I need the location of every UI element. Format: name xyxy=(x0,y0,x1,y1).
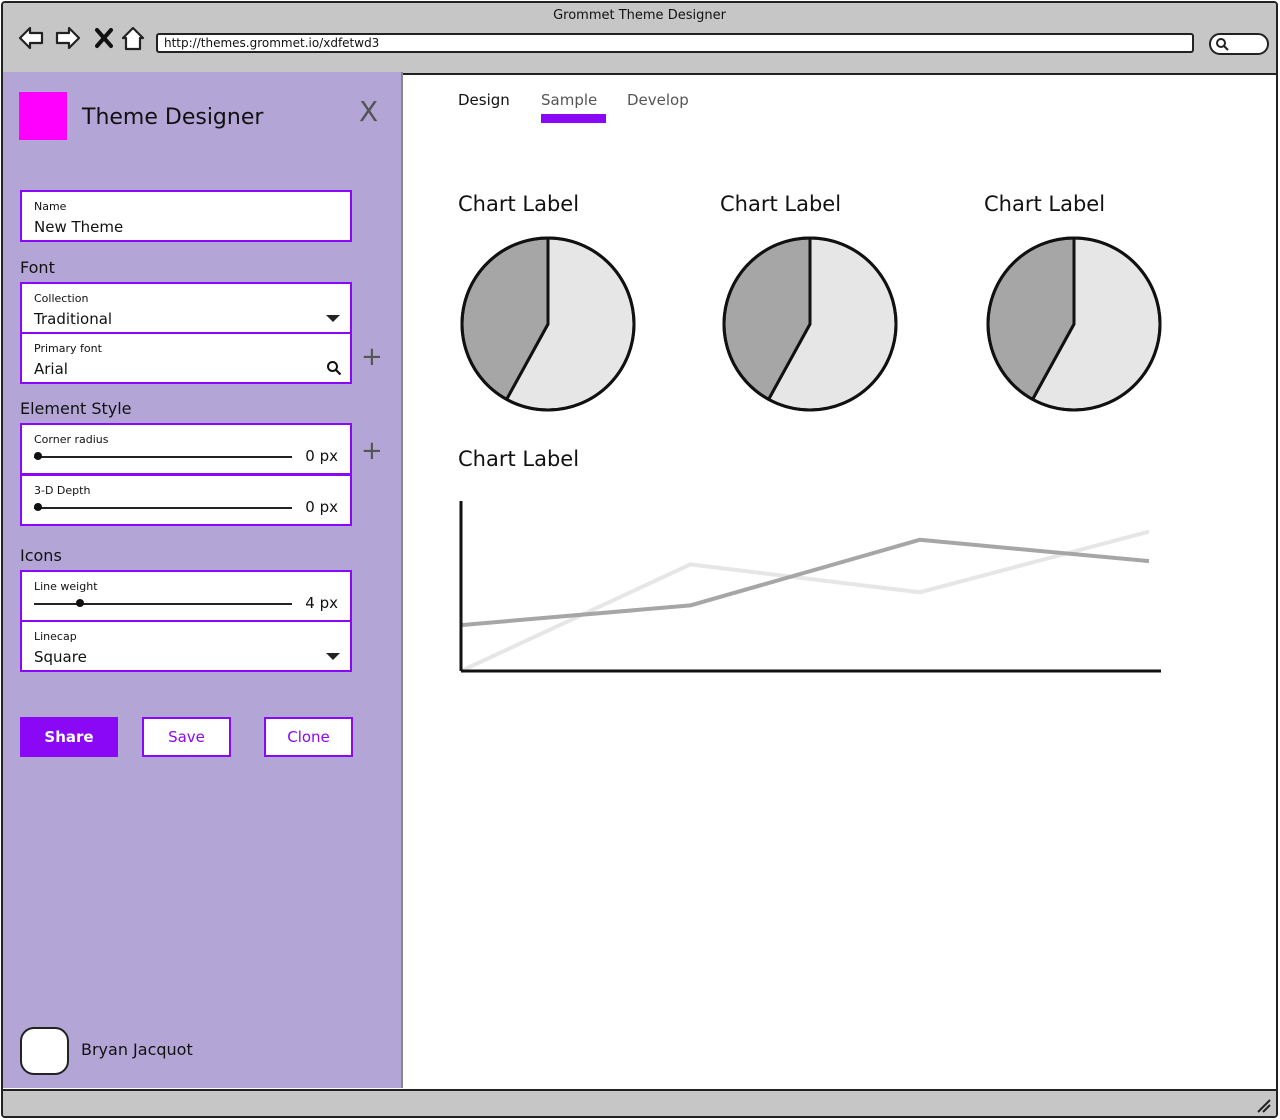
browser-search[interactable] xyxy=(1209,33,1269,55)
tab-design[interactable]: Design xyxy=(458,91,510,109)
active-tab-indicator xyxy=(541,114,606,123)
chart-title: Chart Label xyxy=(458,192,580,216)
pie-chart xyxy=(460,236,636,412)
line-weight-value: 4 px xyxy=(305,594,338,612)
avatar[interactable] xyxy=(20,1027,69,1075)
linecap-value: Square xyxy=(34,648,87,666)
depth-value: 0 px xyxy=(305,498,338,516)
status-bar xyxy=(3,1089,1276,1116)
share-button[interactable]: Share xyxy=(20,717,118,757)
clone-button[interactable]: Clone xyxy=(264,717,353,757)
slider-handle[interactable] xyxy=(34,452,42,460)
name-field-value[interactable]: New Theme xyxy=(34,218,123,236)
series-line xyxy=(460,537,1150,628)
sidebar-title: Theme Designer xyxy=(82,105,264,130)
chart-title: Chart Label xyxy=(720,192,842,216)
tab-sample[interactable]: Sample xyxy=(541,91,597,109)
depth-label: 3-D Depth xyxy=(34,484,91,497)
corner-radius-label: Corner radius xyxy=(34,433,109,446)
collection-value: Traditional xyxy=(34,310,113,328)
primary-font-value[interactable]: Arial xyxy=(34,360,68,378)
close-sidebar-button[interactable]: X xyxy=(359,98,378,126)
save-button[interactable]: Save xyxy=(142,717,231,757)
font-section-heading: Font xyxy=(20,258,55,277)
linecap-select[interactable]: Linecap Square xyxy=(20,620,352,672)
chevron-down-icon xyxy=(326,315,340,322)
back-arrow-icon[interactable] xyxy=(16,23,46,53)
slider-handle[interactable] xyxy=(76,599,84,607)
chart-title: Chart Label xyxy=(458,447,580,471)
line-weight-label: Line weight xyxy=(34,580,98,593)
pie-chart xyxy=(722,236,898,412)
forward-arrow-icon[interactable] xyxy=(53,23,83,53)
slider-track[interactable] xyxy=(34,507,292,509)
name-field[interactable]: Name New Theme xyxy=(20,190,352,242)
theme-color-swatch[interactable] xyxy=(19,92,67,140)
search-icon[interactable] xyxy=(326,360,342,376)
resize-grip-icon[interactable] xyxy=(1254,1096,1272,1114)
line-weight-slider[interactable]: Line weight 4 px xyxy=(20,570,352,622)
collection-label: Collection xyxy=(34,292,89,305)
chart-title: Chart Label xyxy=(984,192,1106,216)
linecap-label: Linecap xyxy=(34,630,77,643)
line-chart xyxy=(459,501,1161,673)
name-field-label: Name xyxy=(34,200,67,213)
primary-font-label: Primary font xyxy=(34,342,102,355)
slider-track[interactable] xyxy=(34,456,292,458)
corner-radius-value: 0 px xyxy=(305,447,338,465)
home-icon[interactable] xyxy=(118,23,148,53)
pie-chart xyxy=(986,236,1162,412)
user-name: Bryan Jacquot xyxy=(81,1040,193,1059)
url-bar[interactable]: http://themes.grommet.io/xdfetwd3 xyxy=(156,33,1194,53)
slider-track[interactable] xyxy=(34,603,292,605)
add-font-button[interactable]: + xyxy=(361,344,383,370)
collection-select[interactable]: Collection Traditional xyxy=(20,282,352,334)
slider-handle[interactable] xyxy=(34,503,42,511)
window-title: Grommet Theme Designer xyxy=(553,8,726,23)
browser-toolbar: Grommet Theme Designer http://themes.gro… xyxy=(3,3,1276,75)
depth-slider[interactable]: 3-D Depth 0 px xyxy=(20,474,352,526)
icons-section-heading: Icons xyxy=(20,546,62,565)
theme-designer-sidebar: Theme Designer X Name New Theme Font Col… xyxy=(3,72,403,1088)
close-x-icon[interactable] xyxy=(89,23,119,53)
primary-font-field[interactable]: Primary font Arial xyxy=(20,332,352,384)
chevron-down-icon xyxy=(326,653,340,660)
tab-develop[interactable]: Develop xyxy=(627,91,689,109)
search-icon xyxy=(1216,38,1229,51)
corner-radius-slider[interactable]: Corner radius 0 px xyxy=(20,423,352,475)
add-style-button[interactable]: + xyxy=(361,438,383,464)
element-style-section-heading: Element Style xyxy=(20,399,132,418)
